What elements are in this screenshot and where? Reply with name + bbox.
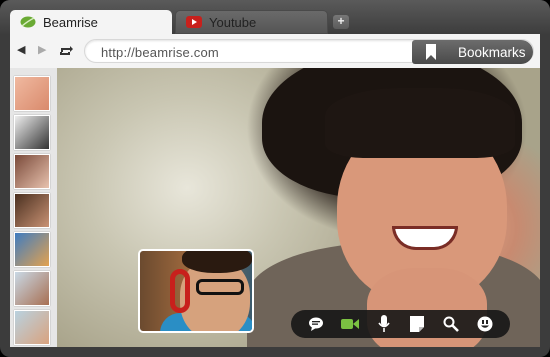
video-camera-icon[interactable] <box>340 315 359 333</box>
contact-avatar[interactable] <box>14 76 50 111</box>
self-view-video[interactable] <box>138 249 254 333</box>
remote-video <box>57 68 540 347</box>
new-tab-button[interactable]: + <box>333 15 349 29</box>
reload-icon[interactable] <box>58 42 74 58</box>
contact-avatar[interactable] <box>14 154 50 189</box>
tab-beamrise[interactable]: Beamrise <box>10 10 172 34</box>
contact-avatar[interactable] <box>14 271 50 306</box>
call-toolbar <box>291 310 510 338</box>
address-bar[interactable]: http://beamrise.com Bookmarks <box>84 39 534 64</box>
contact-avatar[interactable] <box>14 193 50 228</box>
bookmark-icon <box>426 44 436 60</box>
emoticon-icon[interactable] <box>476 315 494 333</box>
chat-icon[interactable] <box>307 315 325 333</box>
note-icon[interactable] <box>408 315 426 333</box>
tab-youtube[interactable]: Youtube <box>175 10 328 34</box>
contact-avatar[interactable] <box>14 232 50 267</box>
browser-window: Beamrise Youtube + ◀ ▶ http://beamrise.c… <box>0 0 550 357</box>
leaf-icon <box>20 16 36 28</box>
youtube-icon <box>186 16 202 28</box>
tab-label: Youtube <box>209 14 257 30</box>
contacts-sidebar <box>10 68 57 347</box>
bookmarks-label: Bookmarks <box>458 44 526 60</box>
tab-strip: Beamrise Youtube + <box>0 0 550 34</box>
contact-avatar[interactable] <box>14 310 50 345</box>
url-text[interactable]: http://beamrise.com <box>101 45 219 60</box>
back-arrow-icon[interactable]: ◀ <box>17 44 25 56</box>
contact-avatar[interactable] <box>14 115 50 150</box>
tab-label: Beamrise <box>43 14 98 30</box>
bookmarks-button[interactable]: Bookmarks <box>412 40 533 64</box>
navigation-bar: ◀ ▶ http://beamrise.com Bookmarks <box>10 34 540 68</box>
microphone-icon[interactable] <box>375 315 393 333</box>
forward-arrow-icon[interactable]: ▶ <box>38 44 46 56</box>
search-icon[interactable] <box>442 315 460 333</box>
